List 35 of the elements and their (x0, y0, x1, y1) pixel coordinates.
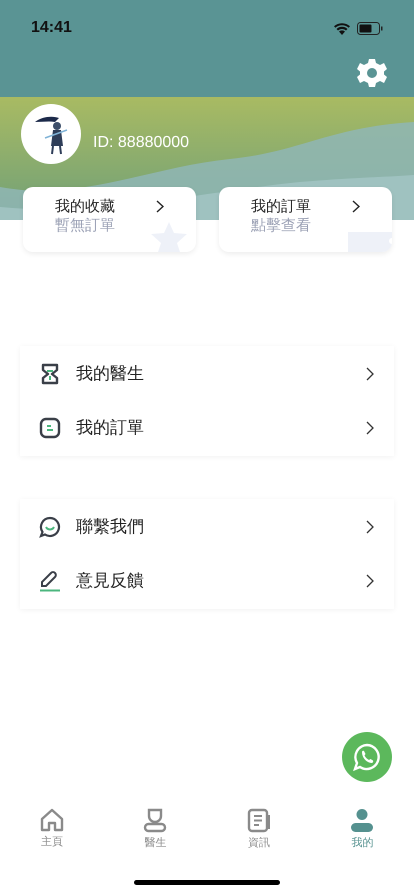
home-icon (38, 808, 65, 832)
hourglass-icon (39, 363, 61, 385)
chevron-icon (366, 574, 374, 588)
whatsapp-button[interactable] (342, 732, 392, 782)
user-id: ID: 88880000 (93, 133, 190, 153)
tab-item[interactable]: 主頁 (0, 808, 104, 850)
chevron-icon (366, 520, 374, 534)
menu-item[interactable]: 我的醫生 (20, 347, 394, 401)
card-title: 我的收藏 (55, 197, 115, 216)
note-icon (39, 417, 61, 439)
settings-icon[interactable] (357, 58, 387, 88)
tab-item[interactable]: 資訊 (207, 808, 310, 850)
whatsapp-icon (352, 742, 382, 772)
document-icon (246, 808, 271, 833)
shortcut-card[interactable]: 我的訂單 點擊查看 (219, 187, 392, 252)
chevron-icon (352, 200, 360, 213)
chevron-icon (366, 367, 374, 381)
wifi-icon (333, 22, 351, 34)
card-title: 我的訂單 (251, 197, 311, 216)
tab-item[interactable]: 我的 (310, 808, 414, 850)
card-subtitle: 點擊查看 (251, 216, 311, 235)
card-subtitle: 暫無訂單 (55, 216, 115, 235)
pen-icon (39, 570, 61, 592)
person-icon (143, 808, 168, 833)
chat-icon (39, 516, 61, 538)
menu-item[interactable]: 意見反饋 (20, 554, 394, 608)
chevron-icon (366, 421, 374, 435)
battery-icon (357, 22, 383, 34)
person-icon (350, 808, 374, 833)
chevron-icon (156, 200, 164, 213)
menu-item[interactable]: 我的訂單 (20, 401, 394, 455)
tab-item[interactable]: 醫生 (104, 808, 207, 850)
menu-item[interactable]: 聯繫我們 (20, 500, 394, 554)
status-time: 14:41 (31, 18, 72, 38)
shortcut-card[interactable]: 我的收藏 暫無訂單 (23, 187, 196, 252)
